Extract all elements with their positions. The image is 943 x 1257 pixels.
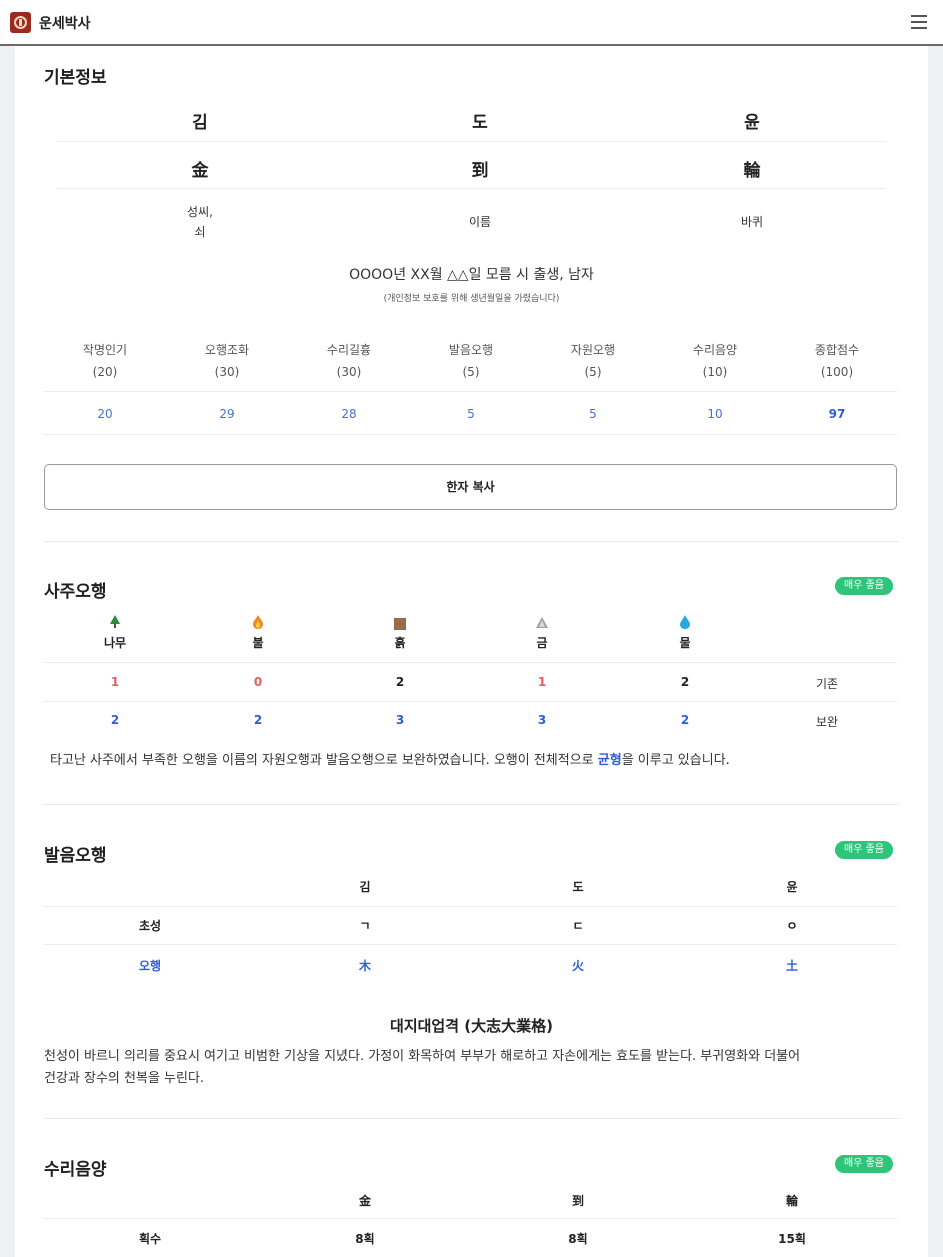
stroke-count-label: 획수	[138, 1232, 162, 1246]
saju-rating-badge: 매우 좋음	[835, 577, 893, 595]
hanja-meaning-1: 성씨, 쇠	[187, 205, 213, 239]
fortune-type-title: 대지대업격 (大志大業格)	[390, 1017, 553, 1035]
score-header-yinyang: 수리음양 (10)	[692, 343, 738, 379]
privacy-note: (개인정보 보호를 위해 생년월일을 가렸습니다)	[383, 294, 560, 304]
supplement-metal: 3	[537, 713, 547, 727]
initial-consonant-1: ㄱ	[359, 919, 371, 933]
supplement-earth: 3	[395, 713, 405, 727]
pron-element-3: 土	[785, 959, 798, 973]
supplement-water: 2	[680, 713, 690, 727]
score-header-pronunciation: 발음오행 (5)	[448, 343, 494, 379]
water-icon	[679, 614, 691, 629]
existing-fire: 0	[253, 675, 263, 689]
stroke-count-1: 8획	[355, 1232, 375, 1246]
yinyang-col-2: 到	[571, 1194, 584, 1208]
name-hanja-1: 金	[191, 161, 209, 181]
app-title[interactable]: 운세박사	[39, 13, 91, 33]
section-title-saju: 사주오행	[44, 582, 107, 602]
score-value-harmony: 29	[219, 407, 235, 421]
element-label-metal: 금	[536, 636, 548, 650]
score-value-pronunciation: 5	[467, 407, 475, 421]
top-bar: 운세박사	[0, 0, 943, 46]
saju-description: 타고난 사주에서 부족한 오행을 이름의 자원오행과 발음오행으로 보완하였습니…	[50, 753, 730, 768]
element-label-fire: 불	[252, 636, 264, 650]
section-title-yinyang: 수리음양	[44, 1160, 107, 1180]
supplement-wood: 2	[110, 713, 120, 727]
yinyang-col-3: 輪	[785, 1194, 798, 1208]
pron-element-label: 오행	[138, 959, 162, 973]
pron-col-1: 김	[359, 880, 371, 894]
earth-icon	[394, 615, 406, 630]
stroke-count-2: 8획	[568, 1232, 588, 1246]
supplement-fire: 2	[253, 713, 263, 727]
existing-metal: 1	[537, 675, 547, 689]
initial-consonant-label: 초성	[138, 919, 162, 933]
pron-col-3: 윤	[786, 880, 798, 894]
tree-icon	[109, 614, 121, 628]
score-value-fortune: 28	[341, 407, 357, 421]
score-value-popularity: 20	[97, 407, 113, 421]
score-header-resource: 자원오행 (5)	[570, 343, 616, 379]
stroke-count-3: 15획	[778, 1232, 806, 1246]
score-value-yinyang: 10	[707, 407, 723, 421]
metal-icon	[536, 615, 548, 628]
score-value-resource: 5	[589, 407, 597, 421]
existing-water: 2	[680, 675, 690, 689]
fortune-description: 천성이 바르니 의리를 중요시 여기고 비범한 기상을 지녔다. 가정이 화목하…	[44, 1049, 801, 1086]
copy-hanja-button[interactable]: 한자 복사	[44, 464, 897, 510]
yinyang-col-1: 金	[358, 1194, 371, 1208]
initial-consonant-2: ㄷ	[572, 919, 584, 933]
birth-info: OOOO년 XX월 △△일 모름 시 출생, 남자	[349, 267, 594, 283]
pron-element-2: 火	[571, 959, 584, 973]
content-card: 기본정보 김 도 윤 金 到 輪 성씨, 쇠 이름 바퀴 OOOO년 XX월 △△…	[15, 46, 928, 1257]
pron-element-1: 木	[358, 959, 371, 973]
score-header-harmony: 오행조화 (30)	[204, 343, 250, 379]
supplement-row-label: 보완	[815, 715, 839, 729]
element-label-earth: 흙	[394, 636, 406, 650]
existing-row-label: 기존	[815, 677, 839, 691]
existing-wood: 1	[110, 675, 120, 689]
name-hangul-2: 도	[472, 113, 488, 133]
score-value-total: 97	[828, 407, 846, 421]
name-hanja-3: 輪	[743, 161, 761, 181]
section-title-basic: 기본정보	[44, 68, 107, 88]
hanja-meaning-3: 바퀴	[740, 215, 764, 229]
section-title-pronunciation: 발음오행	[44, 846, 107, 866]
fire-icon	[252, 614, 264, 629]
app-logo-icon[interactable]	[10, 12, 31, 33]
score-header-total: 종합점수 (100)	[814, 343, 860, 379]
existing-earth: 2	[395, 675, 405, 689]
yinyang-rating-badge: 매우 좋음	[835, 1155, 893, 1173]
pronunciation-rating-badge: 매우 좋음	[835, 841, 893, 859]
name-hangul-1: 김	[192, 113, 208, 133]
element-label-wood: 나무	[103, 636, 127, 650]
balance-highlight: 균형	[597, 753, 622, 768]
initial-consonant-3: ㅇ	[786, 919, 798, 933]
pron-col-2: 도	[572, 880, 584, 894]
score-header-fortune: 수리길흉 (30)	[326, 343, 372, 379]
score-header-popularity: 작명인기 (20)	[82, 343, 128, 379]
menu-icon[interactable]	[911, 15, 927, 29]
name-hangul-3: 윤	[744, 113, 760, 133]
element-label-water: 물	[679, 636, 691, 650]
name-hanja-2: 到	[471, 161, 489, 181]
hanja-meaning-2: 이름	[468, 215, 492, 229]
